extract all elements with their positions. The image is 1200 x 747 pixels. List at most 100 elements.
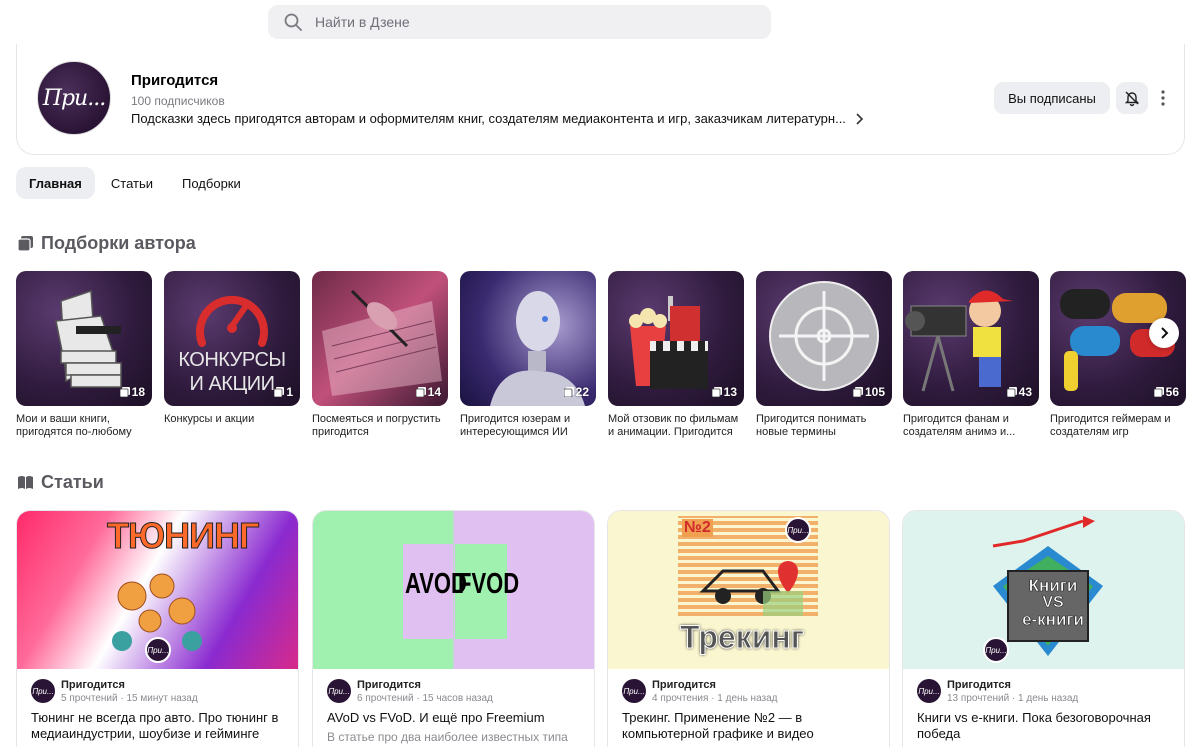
channel-title[interactable]: Пригодится — [131, 72, 218, 89]
collection-caption: Конкурсы и акции — [164, 413, 255, 425]
article-image-caption: Книги VS е-книги — [1013, 576, 1093, 629]
collection-count: 14 — [415, 385, 441, 399]
article-subtitle: В статье про два наиболее известных типа — [327, 730, 568, 744]
channel-avatar[interactable]: При... — [37, 61, 111, 135]
articles-section-title: Статьи — [17, 472, 104, 493]
channel-description[interactable]: Подсказки здесь пригодятся авторам и офо… — [131, 111, 864, 126]
collection-card[interactable]: 18 Мои и ваши книги, пригодятся по-любом… — [16, 271, 152, 439]
search-input[interactable] — [315, 14, 755, 30]
collection-count-value: 22 — [575, 385, 589, 399]
article-image: AVOD FVOD — [313, 511, 594, 669]
collection-card[interactable]: 43 Пригодится фанам и создателям анимэ и… — [903, 271, 1039, 439]
article-card[interactable]: ТЮНИНГ При... При... Пригодится 5 прочтен… — [16, 510, 299, 747]
collection-card[interactable]: КОНКУРСЫ И АКЦИИ 1 Конкурсы и акции — [164, 271, 300, 439]
article-meta: При... Пригодится 4 прочтения · 1 день на… — [622, 679, 778, 704]
collection-count-icon — [274, 387, 285, 397]
collection-card[interactable]: 56 Пригодится геймерам и создателям игр — [1050, 271, 1186, 439]
tab-collections[interactable]: Подборки — [169, 167, 254, 199]
collection-count: 56 — [1153, 385, 1179, 399]
chevron-right-icon — [1161, 327, 1169, 339]
article-meta: При... Пригодится 5 прочтений · 15 минут … — [31, 679, 198, 704]
collection-count: 1 — [274, 385, 293, 399]
collection-thumb: 13 — [608, 271, 744, 406]
article-image-text-3: е-книги — [1022, 610, 1084, 629]
article-image-text-1: Книги — [1028, 576, 1078, 595]
collection-count: 22 — [563, 385, 589, 399]
tab-articles[interactable]: Статьи — [98, 167, 166, 199]
article-title[interactable]: AVoD vs FVoD. И ещё про Freemium — [327, 710, 589, 726]
author-avatar[interactable]: При... — [917, 679, 941, 703]
collection-count-value: 14 — [427, 385, 441, 399]
article-image: ТЮНИНГ При... — [17, 511, 298, 669]
collection-count-value: 56 — [1165, 385, 1179, 399]
article-author-badge: При... — [785, 517, 811, 543]
collection-count-icon — [711, 387, 722, 397]
subscribed-button[interactable]: Вы подписаны — [994, 82, 1110, 114]
collection-count-value: 13 — [723, 385, 737, 399]
article-image: №2 Трекинг При... — [608, 511, 889, 669]
car-map-pin-icon — [699, 561, 803, 616]
article-image-number: №2 — [682, 519, 713, 537]
article-image-text-right: FVOD — [458, 567, 520, 600]
collection-count: 13 — [711, 385, 737, 399]
collection-count: 43 — [1006, 385, 1032, 399]
collection-count-icon — [1006, 387, 1017, 397]
collection-count-icon — [1153, 387, 1164, 397]
article-author[interactable]: Пригодится — [652, 679, 778, 691]
collections-title-text: Подборки автора — [41, 233, 196, 253]
collection-caption: Мой отзовик по фильмам и анимации. Приго… — [608, 413, 739, 438]
more-vertical-icon — [1161, 90, 1165, 106]
article-title[interactable]: Тюнинг не всегда про авто. Про тюнинг в … — [31, 710, 293, 742]
collection-thumb: 43 — [903, 271, 1039, 406]
chevron-right-icon — [856, 112, 864, 125]
author-avatar[interactable]: При... — [327, 679, 351, 703]
collection-card[interactable]: 105 Пригодится понимать новые термины — [756, 271, 892, 439]
collection-card[interactable]: 14 Посмеяться и погрустить пригодится — [312, 271, 448, 439]
collection-caption: Пригодится фанам и создателям анимэ и... — [903, 413, 1016, 438]
article-author-badge: При... — [983, 637, 1009, 663]
search-bar[interactable] — [268, 5, 771, 39]
collection-card[interactable]: 22 Пригодится юзерам и интересующимся ИИ — [460, 271, 596, 439]
notifications-button[interactable] — [1116, 82, 1148, 114]
collection-count-icon — [563, 387, 574, 397]
tab-home[interactable]: Главная — [16, 167, 95, 199]
collections-carousel: 18 Мои и ваши книги, пригодятся по-любом… — [16, 271, 1200, 451]
collection-count: 18 — [119, 385, 145, 399]
collection-thumb: 105 — [756, 271, 892, 406]
collection-thumb-text-1: КОНКУРСЫ — [178, 349, 286, 371]
channel-header: При... Пригодится 100 подписчиков Подска… — [16, 44, 1185, 155]
book-open-icon — [18, 476, 33, 489]
article-author[interactable]: Пригодится — [357, 679, 493, 691]
collection-caption: Мои и ваши книги, пригодятся по-любому — [16, 413, 132, 438]
articles-list: ТЮНИНГ При... При... Пригодится 5 прочтен… — [16, 510, 1200, 747]
article-author[interactable]: Пригодится — [61, 679, 198, 691]
article-card[interactable]: №2 Трекинг При... При... Пригодится 4 про… — [607, 510, 890, 747]
article-author[interactable]: Пригодится — [947, 679, 1078, 691]
bell-off-icon — [1124, 91, 1140, 107]
collection-count: 105 — [852, 385, 885, 399]
author-avatar[interactable]: При... — [622, 679, 646, 703]
channel-description-text: Подсказки здесь пригодятся авторам и офо… — [131, 111, 846, 126]
more-options-button[interactable] — [1157, 88, 1169, 108]
article-stats: 13 прочтений · 1 день назад — [947, 693, 1079, 704]
channel-tabs: Главная Статьи Подборки — [16, 167, 257, 199]
carousel-next-button[interactable] — [1149, 318, 1179, 348]
collection-caption: Пригодится юзерам и интересующимся ИИ — [460, 413, 571, 438]
article-meta: При... Пригодится 13 прочтений · 1 день н… — [917, 679, 1078, 704]
collection-thumb: 14 — [312, 271, 448, 406]
collection-caption: Пригодится понимать новые термины — [756, 413, 867, 438]
collections-icon — [17, 236, 33, 252]
collection-caption: Пригодится геймерам и создателям игр — [1050, 413, 1171, 438]
article-card[interactable]: Книги VS е-книги При... При... Пригодитс… — [902, 510, 1185, 747]
collection-count-value: 18 — [131, 385, 145, 399]
article-image: Книги VS е-книги При... — [903, 511, 1184, 669]
article-stats: 5 прочтений · 15 минут назад — [61, 693, 198, 704]
channel-avatar-text: При... — [42, 85, 106, 111]
author-avatar[interactable]: При... — [31, 679, 55, 703]
collections-section-title: Подборки автора — [17, 233, 196, 254]
article-stats: 4 прочтения · 1 день назад — [652, 693, 778, 704]
article-title[interactable]: Трекинг. Применение №2 — в компьютерной … — [622, 710, 884, 742]
article-card[interactable]: AVOD FVOD При... Пригодится 6 прочтений ·… — [312, 510, 595, 747]
collection-card[interactable]: 13 Мой отзовик по фильмам и анимации. Пр… — [608, 271, 744, 439]
article-title[interactable]: Книги vs e-книги. Пока безоговорочная по… — [917, 710, 1179, 742]
